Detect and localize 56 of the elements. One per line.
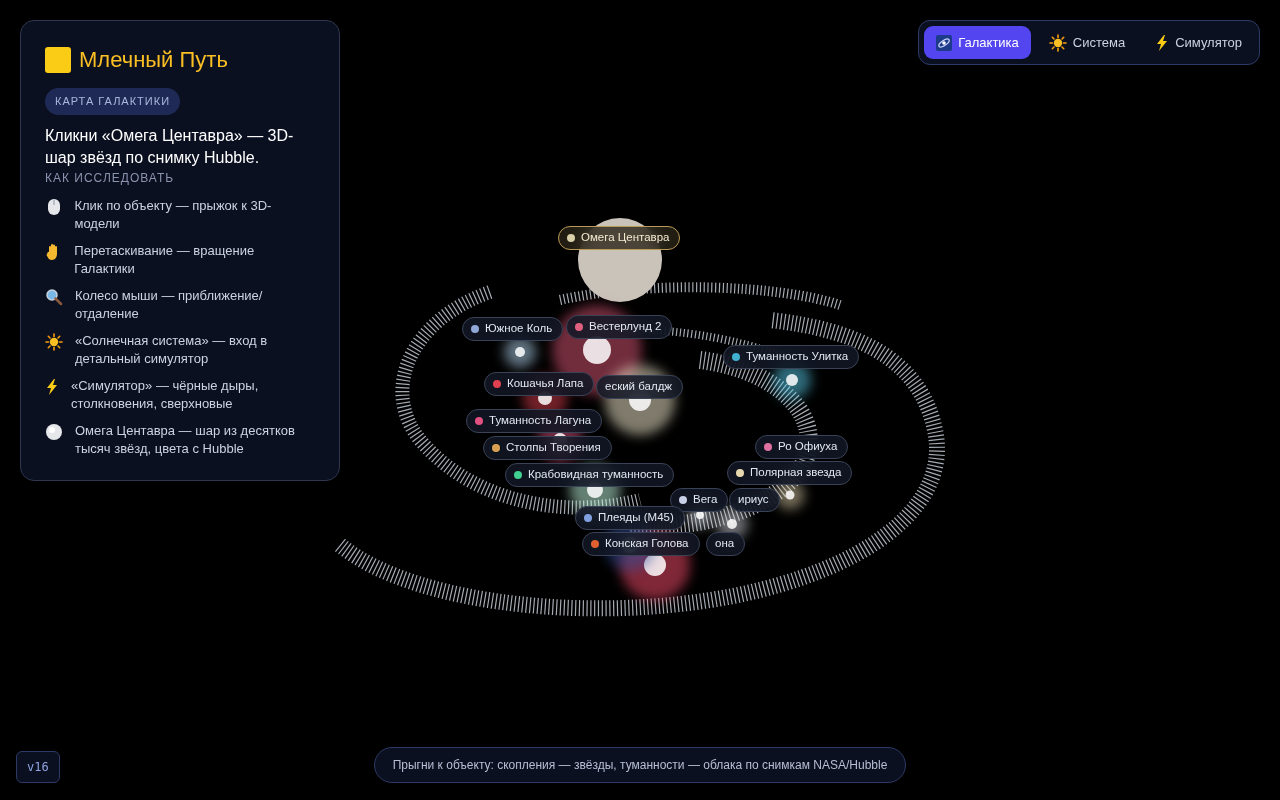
label-text: Омега Центавра: [581, 230, 670, 246]
label-text: Вега: [693, 492, 718, 508]
map-label[interactable]: Вега: [670, 488, 729, 512]
map-label[interactable]: Туманность Улитка: [723, 345, 860, 369]
section-title: КАК ИССЛЕДОВАТЬ: [45, 169, 176, 187]
map-label[interactable]: Кошачья Лапа: [484, 372, 595, 396]
mode-tab[interactable]: Система: [1036, 26, 1138, 59]
label-text: ириус: [738, 492, 769, 508]
label-text: Туманность Улитка: [746, 349, 849, 365]
help-text: Клик по объекту — прыжок к 3D-модели: [74, 196, 273, 233]
search-icon: [45, 287, 63, 306]
map-label[interactable]: Плеяды (М45): [575, 506, 685, 530]
panel-title: Млечный Путь: [79, 46, 228, 74]
help-text: «Симулятор» — чёрные дыры, столкновения, сверхновые: [71, 376, 260, 413]
map-label[interactable]: Южное Коль: [462, 317, 564, 341]
sun-icon: [1048, 33, 1067, 52]
label-text: Полярная звезда: [750, 465, 842, 481]
map-label[interactable]: Вестерлунд 2: [566, 315, 673, 339]
sun-icon: [45, 332, 63, 351]
map-label[interactable]: она: [706, 532, 746, 556]
help-text: Колесо мыши — приближение/отдаление: [75, 286, 264, 323]
map-label[interactable]: Омега Центавра: [558, 226, 681, 250]
map-label[interactable]: Ро Офиуха: [755, 435, 849, 459]
label-text: Конская Голова: [605, 536, 689, 552]
label-text: еский балдж: [605, 379, 673, 395]
label-text: Туманность Лагуна: [489, 413, 592, 429]
map-label[interactable]: Конская Голова: [582, 532, 700, 556]
help-text: Перетаскивание — вращение Галактики: [74, 241, 256, 278]
help-text: «Солнечная система» — вход в детальный симулятор: [75, 331, 269, 368]
label-text: Вестерлунд 2: [589, 319, 662, 335]
label-text: Ро Офиуха: [778, 439, 838, 455]
map-label[interactable]: Туманность Лагуна: [466, 409, 603, 433]
help-text: Омега Центавра — шар из десятков тысяч звёзд, цвета с Hubble: [75, 421, 296, 458]
galaxy-icon: [936, 34, 953, 51]
label-text: Южное Коль: [485, 321, 553, 337]
footer-hint: Прыгни к объекту: скопления — звёзды, туманности — облака по снимкам NASA/Hubble: [373, 747, 907, 783]
version-badge: v16: [16, 751, 60, 783]
lightning-icon: [1155, 33, 1170, 52]
map-label[interactable]: Полярная звезда: [727, 461, 853, 485]
mode-tab[interactable]: Галактика: [924, 26, 1031, 59]
mode-tab[interactable]: Симулятор: [1143, 26, 1254, 59]
label-text: Кошачья Лапа: [507, 376, 584, 392]
label-text: она: [715, 536, 735, 552]
map-label[interactable]: ириус: [729, 488, 780, 512]
lightning-icon: [45, 377, 59, 396]
map-label[interactable]: Крабовидная туманность: [505, 463, 675, 487]
map-label[interactable]: Столпы Творения: [483, 436, 612, 460]
mouse-icon: [45, 197, 62, 216]
label-text: Плеяды (М45): [598, 510, 674, 526]
hint-text: Кликни «Омега Центавра» — 3D-шар звёзд по снимку Hubble.: [45, 125, 295, 168]
map-label[interactable]: еский балдж: [596, 375, 684, 399]
square-icon: [45, 46, 71, 73]
label-text: Крабовидная туманность: [528, 467, 664, 483]
sphere-icon: [45, 422, 63, 441]
map-badge: КАРТА ГАЛАКТИКИ: [45, 88, 181, 115]
label-text: Столпы Творения: [506, 440, 601, 456]
